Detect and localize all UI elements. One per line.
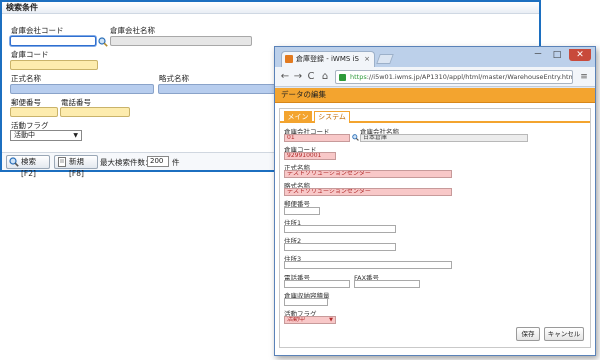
short-name-input[interactable]: テストソリューションセンター	[284, 188, 452, 196]
max-count-unit: 件	[172, 158, 180, 167]
reload-icon[interactable]: C	[305, 70, 317, 84]
address2-input[interactable]	[284, 243, 396, 251]
search-icon[interactable]	[352, 134, 359, 141]
url-scheme: https	[350, 73, 367, 81]
form-tabbar: メイン システム	[280, 109, 590, 123]
back-arrow-icon[interactable]: ←	[279, 70, 291, 84]
browser-window: 倉庫登録 - iWMS iS × － □ ✕ ← → C ⌂ https://i…	[274, 46, 596, 356]
window-close-button[interactable]: ✕	[569, 49, 591, 61]
forward-arrow-icon[interactable]: →	[292, 70, 304, 84]
window-minimize-button[interactable]: －	[529, 49, 547, 61]
new-tab-button[interactable]	[376, 54, 394, 64]
entry-form: メイン システム 倉庫会社コード 01 倉庫会社名称 日本倉庫 倉庫コード 92…	[279, 108, 591, 348]
chevron-down-icon: ▼	[329, 317, 333, 323]
new-button-label: 新規[F8]	[69, 157, 84, 178]
save-button[interactable]: 保存	[516, 327, 540, 341]
browser-tab[interactable]: 倉庫登録 - iWMS iS ×	[281, 51, 375, 67]
short-name-label: 略式名称	[159, 74, 189, 83]
address1-input[interactable]	[284, 225, 396, 233]
max-count-input[interactable]: 200	[147, 156, 169, 167]
warehouse-company-code-input[interactable]	[10, 36, 96, 46]
storage-capacity-input[interactable]	[284, 298, 328, 306]
search-icon[interactable]	[98, 37, 108, 47]
tab-main[interactable]: メイン	[284, 111, 312, 123]
browser-menu-icon[interactable]: ≡	[578, 71, 590, 83]
tab-close-icon[interactable]: ×	[364, 52, 370, 66]
home-icon[interactable]: ⌂	[319, 70, 331, 84]
company-name-field: 日本倉庫	[360, 134, 528, 142]
max-count-label: 最大検索件数：	[100, 158, 153, 167]
warehouse-company-name-label: 倉庫会社名称	[110, 26, 155, 35]
browser-tabstrip: 倉庫登録 - iWMS iS × － □ ✕	[275, 47, 595, 67]
fax-number-input[interactable]	[354, 280, 420, 288]
browser-tab-title: 倉庫登録 - iWMS iS	[296, 55, 359, 63]
search-button-label: 検索[F2]	[21, 157, 36, 178]
window-maximize-button[interactable]: □	[548, 49, 566, 61]
search-icon	[9, 157, 19, 167]
favicon-icon	[285, 55, 293, 63]
warehouse-company-name-field	[110, 36, 252, 46]
new-document-icon	[58, 157, 66, 167]
short-name-input[interactable]	[158, 84, 278, 94]
page-header: データの編集	[275, 88, 595, 103]
postal-code-input[interactable]	[10, 107, 58, 117]
active-flag-select-value: 活動中	[287, 316, 306, 323]
postal-code-input[interactable]	[284, 207, 320, 215]
warehouse-code-label: 倉庫コード	[11, 50, 49, 59]
address3-input[interactable]	[284, 261, 452, 269]
warehouse-company-code-label: 倉庫会社コード	[11, 26, 64, 35]
active-flag-select-value: 活動中	[14, 131, 35, 139]
official-name-input[interactable]	[10, 84, 154, 94]
entry-page: データの編集 メイン システム 倉庫会社コード 01 倉庫会社名称 日本倉庫 倉…	[275, 88, 595, 355]
official-name-label: 正式名称	[11, 74, 41, 83]
browser-toolbar: ← → C ⌂ https://i5w01.iwms.jp/AP1310/app…	[275, 67, 595, 87]
new-button[interactable]: 新規[F8]	[54, 155, 98, 178]
phone-number-input[interactable]	[60, 107, 130, 117]
tab-system[interactable]: システム	[314, 111, 350, 123]
warehouse-code-input[interactable]	[10, 60, 98, 70]
chevron-down-icon: ▼	[73, 132, 78, 139]
lock-icon	[339, 74, 346, 81]
active-flag-select[interactable]: 活動中 ▼	[284, 316, 336, 324]
address-bar[interactable]: https://i5w01.iwms.jp/AP1310/appl/html/m…	[335, 70, 573, 84]
url-rest: ://i5w01.iwms.jp/AP1310/appl/html/master…	[366, 73, 573, 81]
warehouse-code-input[interactable]: 929910001	[284, 152, 336, 160]
phone-number-input[interactable]	[284, 280, 350, 288]
official-name-input[interactable]: テストソリューションセンター	[284, 170, 452, 178]
search-button[interactable]: 検索[F2]	[6, 155, 50, 178]
cancel-button[interactable]: キャンセル	[544, 327, 584, 341]
search-panel-title: 検索条件	[2, 2, 539, 14]
company-code-input[interactable]: 01	[284, 134, 350, 142]
active-flag-select[interactable]: 活動中 ▼	[10, 130, 82, 141]
